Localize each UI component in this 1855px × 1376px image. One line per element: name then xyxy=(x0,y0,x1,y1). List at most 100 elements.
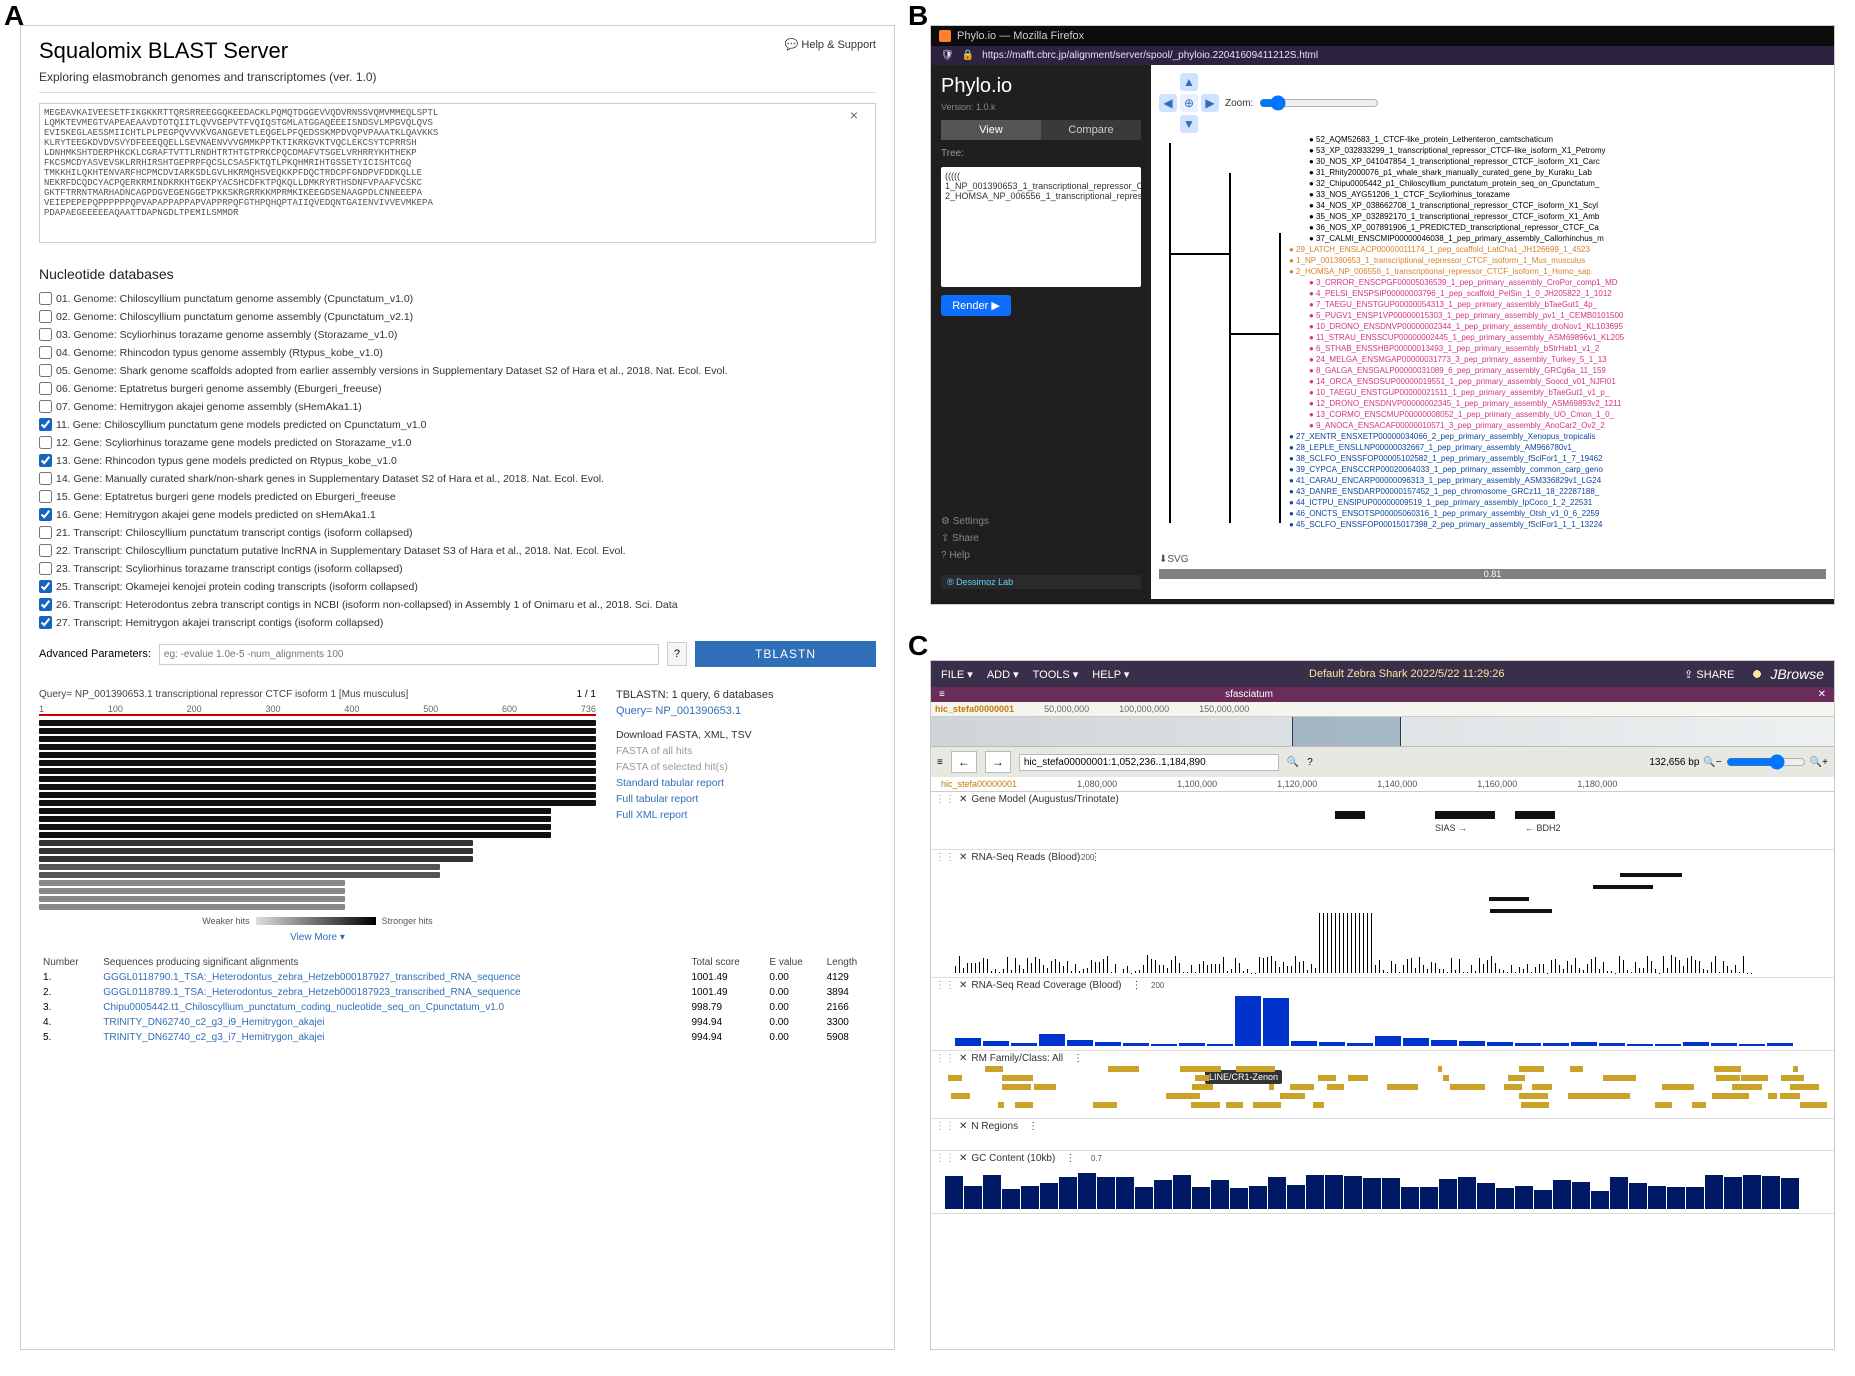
tree-node[interactable]: ● 4_PELSI_ENSPSIP00000003796_1_pep_scaff… xyxy=(1309,289,1612,299)
db-checkbox[interactable] xyxy=(39,364,52,377)
db-item[interactable]: 11. Gene: Chiloscyllium punctatum gene m… xyxy=(39,418,876,431)
tracks-area[interactable]: ⋮⋮✕ Gene Model (Augustus/Trinotate) SIAS… xyxy=(931,792,1834,1330)
tree-input[interactable]: ((((( 1_NP_001390653_1_transcriptional_r… xyxy=(941,167,1141,287)
table-row[interactable]: 2.GGGL0118789.1_TSA:_Heterodontus_zebra_… xyxy=(39,985,876,1000)
tree-node[interactable]: ● 2_HOMSA_NP_006556_1_transcriptional_re… xyxy=(1289,267,1591,277)
tree-node[interactable]: ● 36_NOS_XP_007891906_1_PREDICTED_transc… xyxy=(1309,223,1599,233)
tree-node[interactable]: ● 32_Chipu0005442_p1_Chiloscyllium_punct… xyxy=(1309,179,1599,189)
menu-file[interactable]: FILE ▾ xyxy=(941,668,973,681)
arrow-down-icon[interactable]: ▼ xyxy=(1180,115,1198,133)
tree-node[interactable]: ● 9_ANOCA_ENSACAF00000010571_3_pep_prima… xyxy=(1309,421,1605,431)
sidebar-share[interactable]: ⇪ Share xyxy=(941,533,1141,544)
url-bar[interactable]: 🛡 🔒 https://mafft.cbrc.jp/alignment/serv… xyxy=(931,46,1834,65)
drag-icon[interactable]: ⋮⋮ xyxy=(935,852,955,863)
db-item[interactable]: 12. Gene: Scyliorhinus torazame gene mod… xyxy=(39,436,876,449)
db-checkbox[interactable] xyxy=(39,418,52,431)
query-link[interactable]: Query= NP_001390653.1 xyxy=(616,705,876,717)
tree-node[interactable]: ● 33_NOS_AYG51206_1_CTCF_Scyliorhinus_to… xyxy=(1309,190,1510,200)
db-checkbox[interactable] xyxy=(39,310,52,323)
help-button[interactable]: ? xyxy=(667,642,687,666)
nav-back-button[interactable]: ← xyxy=(951,751,977,773)
db-checkbox[interactable] xyxy=(39,490,52,503)
location-input[interactable] xyxy=(1019,754,1279,771)
tree-node[interactable]: ● 46_ONCTS_ENSOTSP00005060316_1_pep_prim… xyxy=(1289,509,1599,519)
db-item[interactable]: 06. Genome: Eptatretus burgeri genome as… xyxy=(39,382,876,395)
db-checkbox[interactable] xyxy=(39,598,52,611)
db-checkbox[interactable] xyxy=(39,472,52,485)
tree-node[interactable]: ● 24_MELGA_ENSMGAP00000031773_3_pep_prim… xyxy=(1309,355,1607,365)
db-item[interactable]: 04. Genome: Rhincodon typus genome assem… xyxy=(39,346,876,359)
tree-node[interactable]: ● 53_XP_032833299_1_transcriptional_repr… xyxy=(1309,146,1606,156)
db-checkbox[interactable] xyxy=(39,562,52,575)
close-icon[interactable]: ✕ xyxy=(959,1121,967,1132)
tree-node[interactable]: ● 44_ICTPU_ENSIPUP00000009519_1_pep_prim… xyxy=(1289,498,1592,508)
db-checkbox[interactable] xyxy=(39,526,52,539)
zoom-in-icon[interactable]: 🔍+ xyxy=(1810,757,1828,768)
hamburger-icon[interactable]: ≡ xyxy=(937,757,943,768)
menu-tools[interactable]: TOOLS ▾ xyxy=(1033,668,1079,681)
sidebar-settings[interactable]: ⚙ Settings xyxy=(941,516,1141,527)
tree-node[interactable]: ● 10_TAEGU_ENSTGUP00000021511_1_pep_prim… xyxy=(1309,388,1609,398)
tree-node[interactable]: ● 12_DRONO_ENSDNVP00000002345_1_pep_prim… xyxy=(1309,399,1621,409)
arrow-left-icon[interactable]: ◀ xyxy=(1159,94,1177,112)
tree-node[interactable]: ● 28_LEPLE_ENSLLNP00000032667_1_pep_prim… xyxy=(1289,443,1576,453)
overview-bar[interactable] xyxy=(931,717,1834,747)
tree-node[interactable]: ● 43_DANRE_ENSDARP00000157452_1_pep_chro… xyxy=(1289,487,1599,497)
drag-icon[interactable]: ⋮⋮ xyxy=(935,980,955,991)
db-checkbox[interactable] xyxy=(39,346,52,359)
tree-visualization[interactable]: ● 52_AQM52683_1_CTCF-like_protein_Lethen… xyxy=(1159,133,1826,554)
tree-node[interactable]: ● 41_CARAU_ENCARP00000096313_1_pep_prima… xyxy=(1289,476,1601,486)
db-item[interactable]: 27. Transcript: Hemitrygon akajei transc… xyxy=(39,616,876,629)
help-icon[interactable]: ? xyxy=(1307,757,1313,768)
table-row[interactable]: 5.TRINITY_DN62740_c2_g3_i7_Hemitrygon_ak… xyxy=(39,1030,876,1045)
db-checkbox[interactable] xyxy=(39,508,52,521)
drag-icon[interactable]: ⋮⋮ xyxy=(935,1053,955,1064)
tree-node[interactable]: ● 31_Rhity2000076_p1_whale_shark_manuall… xyxy=(1309,168,1592,178)
arrow-right-icon[interactable]: ▶ xyxy=(1201,94,1219,112)
share-button[interactable]: ⇪ SHARE xyxy=(1684,668,1734,681)
tree-node[interactable]: ● 39_CYPCA_ENSCCRP00020064033_1_pep_prim… xyxy=(1289,465,1603,475)
drag-icon[interactable]: ⋮⋮ xyxy=(935,1121,955,1132)
arrow-up-icon[interactable]: ▲ xyxy=(1180,73,1198,91)
close-icon[interactable]: × xyxy=(850,107,858,123)
table-row[interactable]: 4.TRINITY_DN62740_c2_g3_i9_Hemitrygon_ak… xyxy=(39,1015,876,1030)
db-item[interactable]: 22. Transcript: Chiloscyllium punctatum … xyxy=(39,544,876,557)
table-row[interactable]: 3.Chipu0005442.t1_Chiloscyllium_punctatu… xyxy=(39,1000,876,1015)
nav-pad[interactable]: ▲ ◀ ▶ ▼ ⊕ xyxy=(1159,73,1219,133)
zoom-slider[interactable] xyxy=(1259,95,1379,111)
db-item[interactable]: 02. Genome: Chiloscyllium punctatum geno… xyxy=(39,310,876,323)
db-checkbox[interactable] xyxy=(39,400,52,413)
zoom-slider[interactable] xyxy=(1726,751,1806,773)
db-item[interactable]: 14. Gene: Manually curated shark/non-sha… xyxy=(39,472,876,485)
table-row[interactable]: 1.GGGL0118790.1_TSA:_Heterodontus_zebra_… xyxy=(39,970,876,985)
db-item[interactable]: 13. Gene: Rhincodon typus gene models pr… xyxy=(39,454,876,467)
help-link[interactable]: Help & Support xyxy=(785,38,876,51)
tree-node[interactable]: ● 8_GALGA_ENSGALP00000031089_6_pep_prima… xyxy=(1309,366,1606,376)
db-checkbox[interactable] xyxy=(39,580,52,593)
dl-fasta-all[interactable]: FASTA of all hits xyxy=(616,745,876,757)
tree-node[interactable]: ● 10_DRONO_ENSDNVP00000002344_1_pep_prim… xyxy=(1309,322,1623,332)
drag-icon[interactable]: ⋮⋮ xyxy=(935,794,955,805)
close-icon[interactable]: ✕ xyxy=(959,794,967,805)
dl-xml[interactable]: Full XML report xyxy=(616,809,876,821)
menu-icon[interactable]: ⋮ xyxy=(1073,1053,1083,1064)
tree-node[interactable]: ● 11_STRAU_ENSSCUP00000002445_1_pep_prim… xyxy=(1309,333,1624,343)
tree-node[interactable]: ● 13_CORMO_ENSCMUP00000008052_1_pep_prim… xyxy=(1309,410,1614,420)
tree-node[interactable]: ● 27_XENTR_ENSXETP00000034066_2_pep_prim… xyxy=(1289,432,1595,442)
nav-fwd-button[interactable]: → xyxy=(985,751,1011,773)
tree-node[interactable]: ● 37_CALMI_ENSCMIP00000046038_1_pep_prim… xyxy=(1309,234,1604,244)
tree-node[interactable]: ● 52_AQM52683_1_CTCF-like_protein_Lethen… xyxy=(1309,135,1553,145)
sequence-input[interactable] xyxy=(39,103,876,243)
menu-icon[interactable]: ⋮ xyxy=(1028,1121,1038,1132)
db-checkbox[interactable] xyxy=(39,328,52,341)
search-icon[interactable]: 🔍 xyxy=(1287,757,1299,768)
hamburger-icon[interactable]: ≡ xyxy=(939,689,945,700)
db-checkbox[interactable] xyxy=(39,382,52,395)
tblastn-button[interactable]: TBLASTN xyxy=(695,641,876,667)
db-checkbox[interactable] xyxy=(39,292,52,305)
close-icon[interactable]: ✕ xyxy=(959,980,967,991)
tree-node[interactable]: ● 3_CRROR_ENSCPGF00005036539_1_pep_prima… xyxy=(1309,278,1618,288)
drag-icon[interactable]: ⋮⋮ xyxy=(935,1153,955,1164)
tree-node[interactable]: ● 34_NOS_XP_038662708_1_transcriptional_… xyxy=(1309,201,1598,211)
db-item[interactable]: 03. Genome: Scyliorhinus torazame genome… xyxy=(39,328,876,341)
